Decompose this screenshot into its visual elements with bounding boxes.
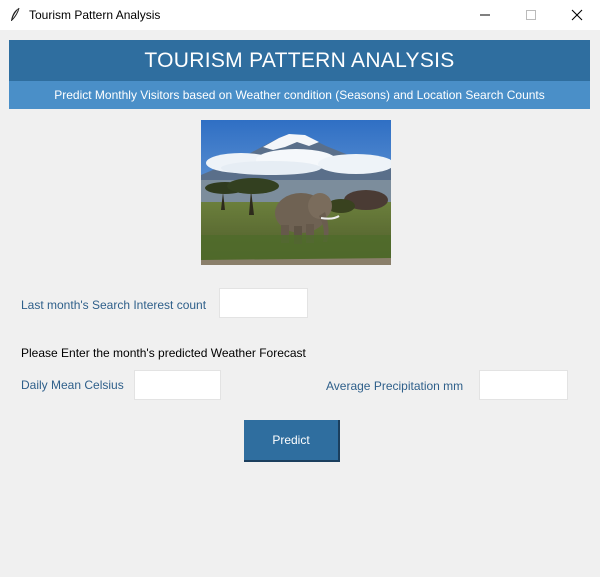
close-button[interactable] xyxy=(554,0,600,30)
average-precipitation-label: Average Precipitation mm xyxy=(326,379,464,393)
feather-icon xyxy=(9,7,21,23)
search-interest-input[interactable] xyxy=(219,288,308,318)
title-bar: Tourism Pattern Analysis xyxy=(0,0,600,30)
daily-mean-celsius-input[interactable] xyxy=(134,370,221,400)
daily-mean-celsius-label: Daily Mean Celsius xyxy=(21,378,124,392)
page-title: TOURISM PATTERN ANALYSIS xyxy=(9,40,590,81)
average-precipitation-input[interactable] xyxy=(479,370,568,400)
forecast-prompt: Please Enter the month's predicted Weath… xyxy=(21,346,306,360)
window-title: Tourism Pattern Analysis xyxy=(29,8,161,22)
close-icon xyxy=(571,9,583,21)
search-interest-label: Last month's Search Interest count xyxy=(21,298,207,312)
elephant-kilimanjaro-photo xyxy=(201,120,391,265)
maximize-icon xyxy=(526,10,536,20)
predict-button[interactable]: Predict xyxy=(244,420,340,462)
maximize-button[interactable] xyxy=(508,0,554,30)
minimize-button[interactable] xyxy=(462,0,508,30)
minimize-icon xyxy=(480,14,490,16)
page-subtitle: Predict Monthly Visitors based on Weathe… xyxy=(9,81,590,109)
